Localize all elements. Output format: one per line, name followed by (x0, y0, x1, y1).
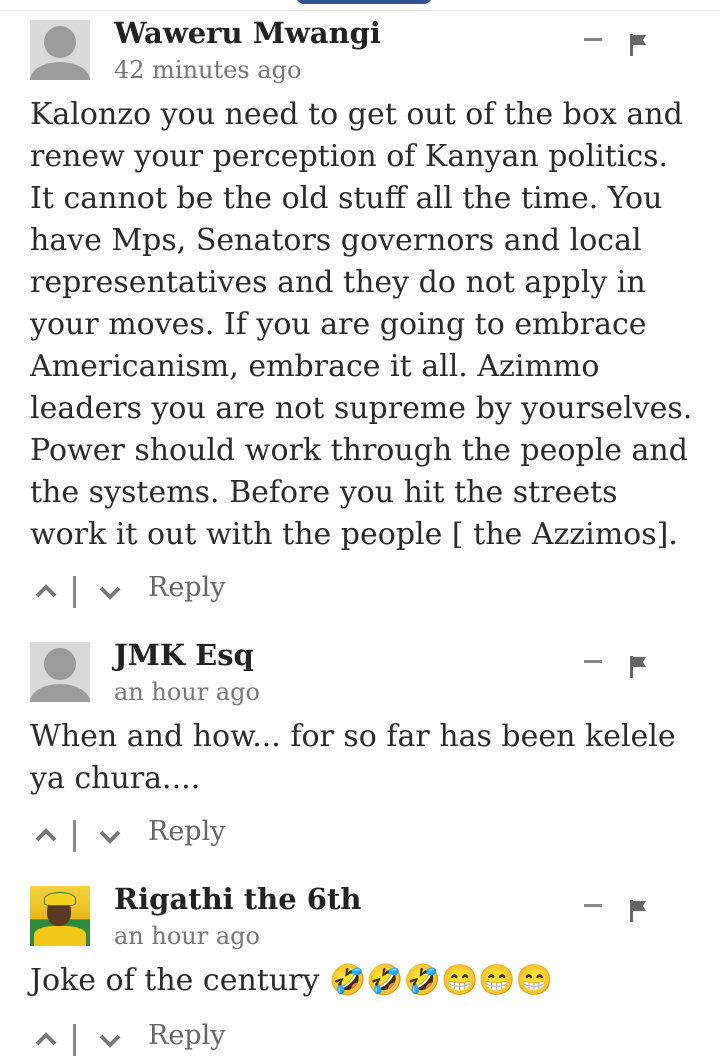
flag-icon[interactable] (628, 655, 650, 679)
minimize-icon[interactable] (584, 904, 602, 907)
minimize-icon[interactable] (584, 660, 602, 663)
default-avatar-icon[interactable] (30, 642, 90, 702)
site-logo[interactable] (296, 0, 432, 4)
comment-actions: Reply (30, 816, 330, 854)
chevron-up-icon[interactable] (32, 1022, 60, 1058)
comment-author[interactable]: JMK Esq (114, 638, 254, 672)
chevron-up-icon[interactable] (32, 818, 60, 854)
comment-body: Joke of the century 🤣🤣🤣😁😁😁 (30, 963, 554, 998)
chevron-down-icon[interactable] (96, 574, 124, 610)
chevron-down-icon[interactable] (96, 818, 124, 854)
comment-timestamp[interactable]: 42 minutes ago (114, 56, 301, 84)
comment-actions: Reply (30, 572, 330, 610)
comment-timestamp[interactable]: an hour ago (114, 922, 260, 950)
default-avatar-icon[interactable] (30, 20, 90, 80)
vote-divider (73, 1024, 76, 1056)
minimize-icon[interactable] (584, 38, 602, 41)
reply-button[interactable]: Reply (148, 1020, 225, 1051)
comment-author[interactable]: Rigathi the 6th (114, 882, 361, 916)
comment-timestamp[interactable]: an hour ago (114, 678, 260, 706)
comment-actions: Reply (30, 1020, 330, 1058)
flag-icon[interactable] (628, 899, 650, 923)
flag-icon[interactable] (628, 33, 650, 57)
reply-button[interactable]: Reply (148, 816, 225, 847)
comment-body: Kalonzo you need to get out of the box a… (30, 97, 693, 552)
reply-button[interactable]: Reply (148, 572, 225, 603)
user-photo-avatar[interactable] (30, 886, 90, 946)
chevron-down-icon[interactable] (96, 1022, 124, 1058)
comment-author[interactable]: Waweru Mwangi (114, 16, 381, 50)
vote-divider (73, 820, 76, 852)
chevron-up-icon[interactable] (32, 574, 60, 610)
vote-divider (73, 576, 76, 608)
site-header-strip (0, 0, 720, 11)
comment-body: When and how... for so far has been kele… (30, 719, 676, 796)
